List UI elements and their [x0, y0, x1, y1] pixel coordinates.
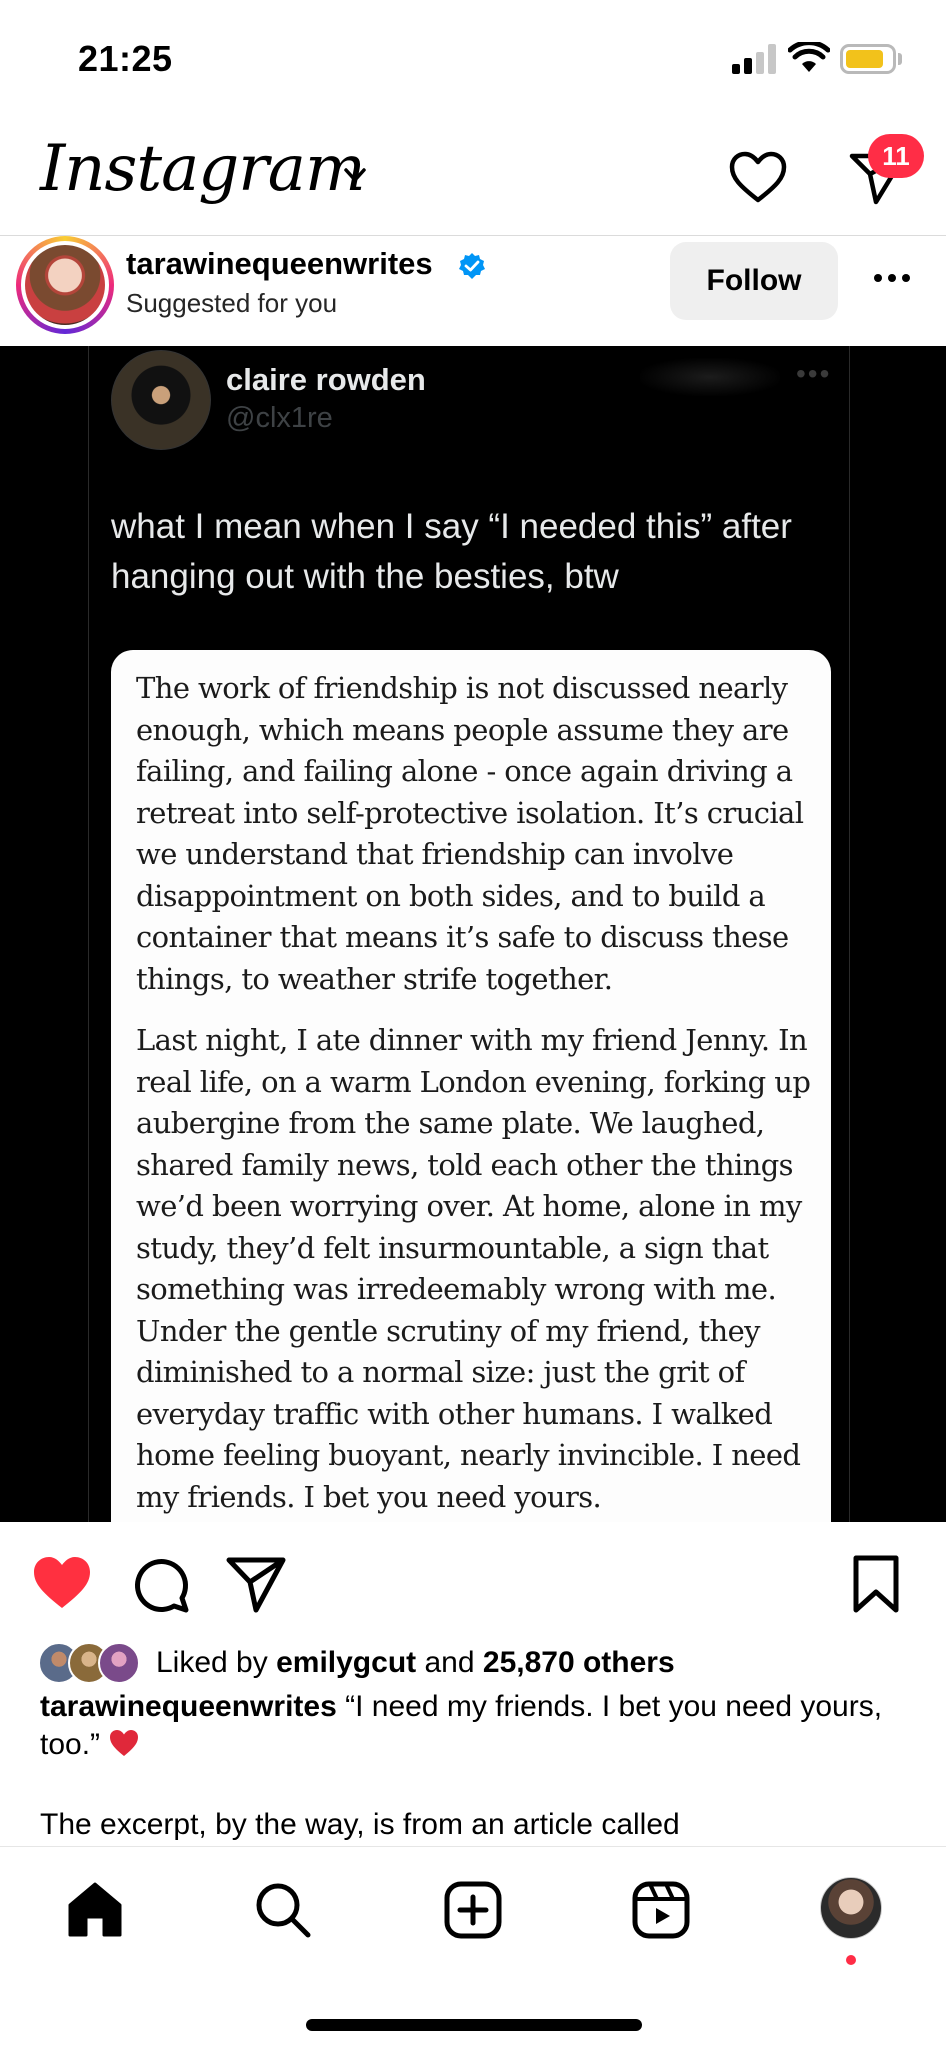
- story-ring[interactable]: [16, 236, 114, 334]
- status-bar: 21:25: [0, 0, 946, 120]
- article-excerpt-card: The work of friendship is not discussed …: [111, 650, 831, 1522]
- bottom-nav: [0, 1846, 946, 2048]
- status-time: 21:25: [78, 38, 173, 79]
- article-paragraph: Last night, I ate dinner with my friend …: [136, 1023, 811, 1514]
- likes-summary[interactable]: Liked by emilygcut and 25,870 others: [156, 1646, 675, 1680]
- share-icon[interactable]: [224, 1552, 288, 1616]
- likes-row: Liked by emilygcut and 25,870 others: [38, 1642, 918, 1688]
- comment-icon[interactable]: [128, 1552, 192, 1616]
- likes-count[interactable]: 25,870 others: [483, 1646, 675, 1679]
- post-header: tarawinequeenwrites Suggested for you Fo…: [0, 236, 946, 346]
- reels-icon[interactable]: [630, 1879, 692, 1941]
- caption-username[interactable]: tarawinequeenwrites: [40, 1690, 337, 1723]
- battery-level: [846, 50, 883, 68]
- follow-button[interactable]: Follow: [670, 242, 838, 320]
- post-caption: tarawinequeenwrites “I need my friends. …: [40, 1688, 900, 1764]
- profile-avatar[interactable]: [820, 1877, 882, 1939]
- tweet-text: what I mean when I say “I needed this” a…: [111, 507, 792, 596]
- heart-filled-icon[interactable]: [30, 1552, 94, 1616]
- cellular-signal-icon: [732, 44, 776, 74]
- liked-by-prefix: Liked by: [156, 1646, 268, 1679]
- more-options-icon[interactable]: [870, 266, 914, 290]
- tweet-more-icon: •••: [796, 358, 832, 389]
- red-heart-emoji-icon: [110, 1730, 139, 1756]
- dm-notification-badge: 11: [868, 134, 924, 178]
- tweet-author-handle: @clx1re: [226, 402, 333, 434]
- post-media[interactable]: claire rowden @clx1re ••• what I mean wh…: [0, 346, 946, 1522]
- battery-icon: [840, 44, 896, 74]
- app-header: Instagram 11: [0, 120, 946, 236]
- and-word: and: [424, 1646, 475, 1679]
- heart-icon[interactable]: [726, 146, 790, 210]
- home-icon[interactable]: [64, 1879, 126, 1941]
- home-indicator[interactable]: [306, 2019, 642, 2031]
- battery-tip: [898, 53, 902, 65]
- tweet-author-name: claire rowden: [226, 362, 426, 397]
- suggested-label: Suggested for you: [126, 288, 338, 318]
- avatar[interactable]: [25, 245, 105, 325]
- blurred-follow-button: [640, 358, 780, 396]
- tweet-avatar: [111, 350, 211, 450]
- create-icon[interactable]: [442, 1879, 504, 1941]
- liker-avatar[interactable]: [98, 1642, 140, 1684]
- instagram-logo[interactable]: Instagram: [40, 132, 366, 206]
- post-username[interactable]: tarawinequeenwrites: [126, 246, 433, 282]
- wifi-icon: [788, 42, 830, 72]
- bookmark-icon[interactable]: [844, 1552, 908, 1616]
- caption-continued[interactable]: The excerpt, by the way, is from an arti…: [40, 1808, 900, 1842]
- profile-notification-dot: [846, 1955, 856, 1965]
- post-actions: [0, 1522, 946, 1638]
- chevron-down-icon[interactable]: [340, 160, 370, 190]
- liked-by-user[interactable]: emilygcut: [276, 1646, 416, 1679]
- verified-badge-icon: [459, 253, 485, 279]
- article-paragraph: The work of friendship is not discussed …: [136, 671, 804, 996]
- search-icon[interactable]: [252, 1879, 314, 1941]
